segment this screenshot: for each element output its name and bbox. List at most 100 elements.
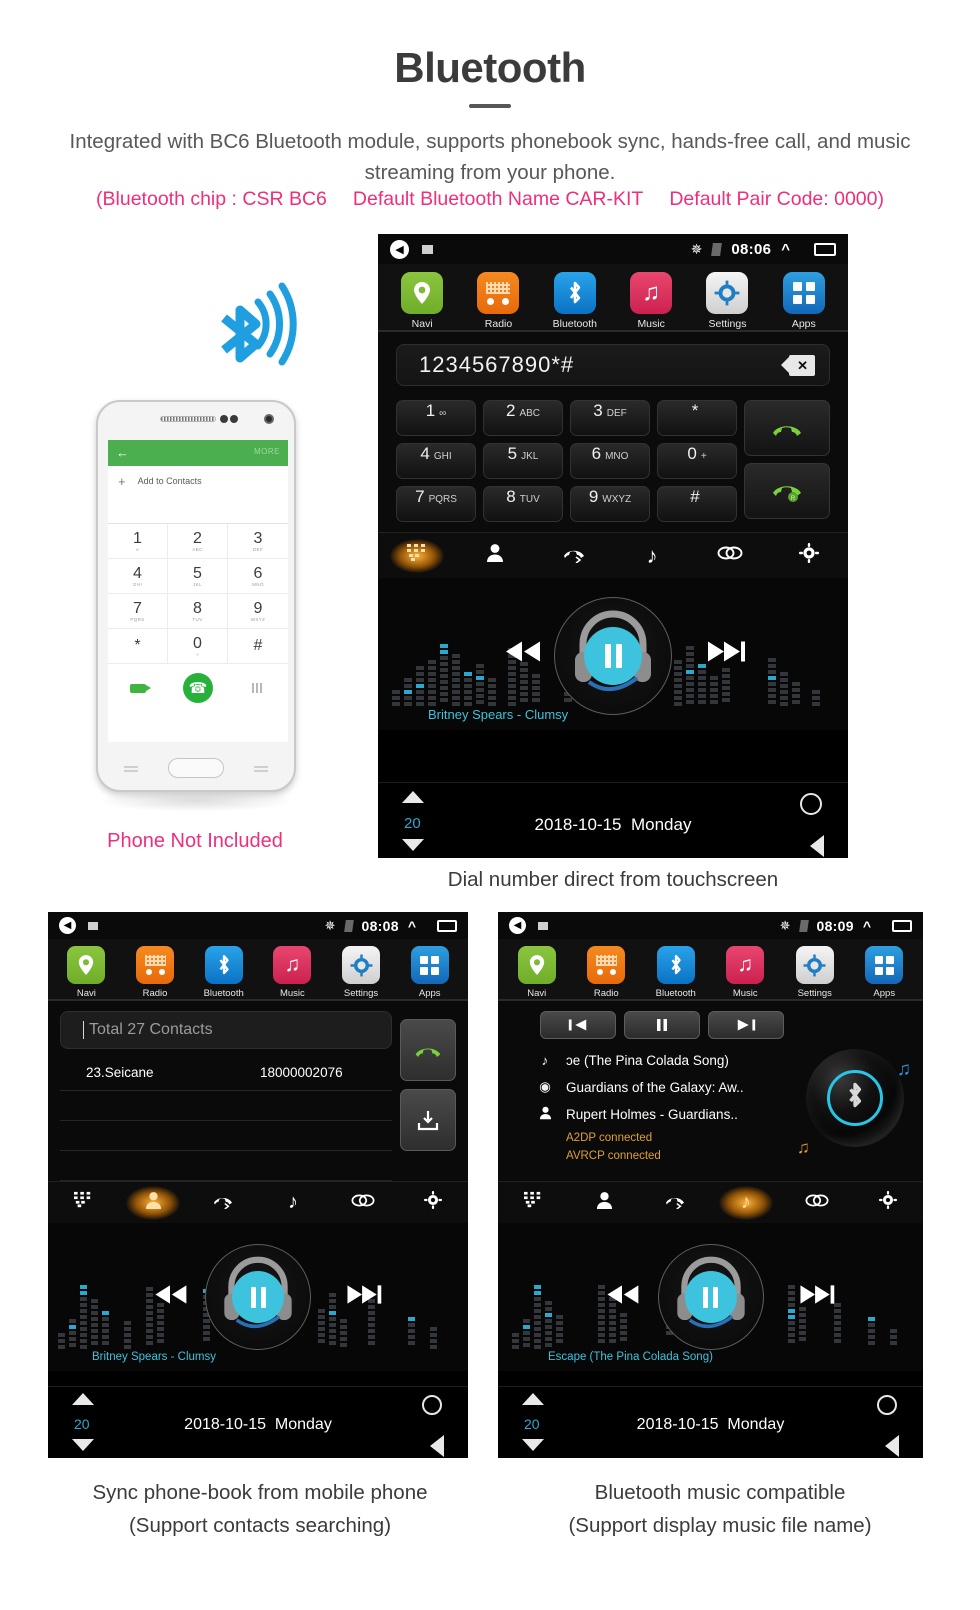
phone-key[interactable]: 4 GHI <box>108 559 168 594</box>
next-track-button[interactable] <box>342 1283 384 1312</box>
prev-track-button[interactable] <box>540 1011 616 1039</box>
dialpad-key[interactable]: 8 TUV <box>483 486 563 522</box>
tab-bt-music[interactable]: ♪ <box>710 1191 781 1214</box>
next-track-button[interactable] <box>708 1011 784 1039</box>
tab-call-history[interactable] <box>640 1191 711 1214</box>
phone-more-button[interactable]: MORE <box>254 447 280 456</box>
contact-row-empty[interactable] <box>60 1151 392 1181</box>
contact-row-empty[interactable] <box>60 1121 392 1151</box>
dialpad-key[interactable]: # <box>657 486 737 522</box>
dial-call-button[interactable] <box>400 1019 456 1081</box>
previous-track-button[interactable] <box>500 639 544 670</box>
download-contacts-button[interactable] <box>400 1089 456 1151</box>
phone-menu-key[interactable] <box>124 764 138 772</box>
recent-apps-icon[interactable] <box>892 919 912 932</box>
tab-link[interactable] <box>691 545 769 566</box>
phone-key[interactable]: * <box>108 629 168 664</box>
tab-dialpad[interactable] <box>498 1191 569 1214</box>
chevron-up-icon[interactable]: ^ <box>863 918 871 934</box>
phone-number-field[interactable] <box>108 496 288 524</box>
recent-apps-icon[interactable] <box>814 242 836 256</box>
play-pause-button[interactable] <box>584 627 642 685</box>
app-shortcut-settings[interactable]: Settings <box>689 272 765 330</box>
previous-track-button[interactable] <box>602 1283 642 1312</box>
phone-key[interactable]: 2 ABC <box>168 524 228 559</box>
dial-number-input[interactable]: 1234567890*# ✕ <box>396 344 830 386</box>
app-shortcut-navi[interactable]: Navi <box>52 946 121 999</box>
app-shortcut-music[interactable]: ♫ Music <box>711 946 781 999</box>
dialpad-key[interactable]: 2 ABC <box>483 400 563 436</box>
dialpad-key[interactable]: 7 PQRS <box>396 486 476 522</box>
volume-icon[interactable]: ◀ <box>509 917 526 934</box>
back-arrow-icon[interactable]: ← <box>116 446 129 459</box>
phone-key[interactable]: # <box>228 629 288 664</box>
tab-contacts[interactable] <box>456 543 534 568</box>
volume-icon[interactable]: ◀ <box>59 917 76 934</box>
app-shortcut-settings[interactable]: Settings <box>327 946 396 999</box>
voicemail-icon[interactable] <box>130 683 151 693</box>
contact-row[interactable]: 23.Seicane 18000002076 <box>60 1055 392 1091</box>
dialpad-key[interactable]: 9 WXYZ <box>570 486 650 522</box>
phone-key[interactable]: 1 ∞ <box>108 524 168 559</box>
recent-apps-icon[interactable] <box>437 919 457 932</box>
dialpad-key[interactable]: 6 MNO <box>570 443 650 479</box>
dialpad-key[interactable]: * <box>657 400 737 436</box>
app-shortcut-bluetooth[interactable]: Bluetooth <box>641 946 711 999</box>
app-shortcut-navi[interactable]: Navi <box>502 946 572 999</box>
phone-call-button[interactable]: ☎ <box>183 673 213 703</box>
app-shortcut-radio[interactable]: Radio <box>460 272 536 330</box>
phone-key[interactable]: 3 DEF <box>228 524 288 559</box>
tab-bt-music[interactable]: ♪ <box>613 543 691 569</box>
phone-key[interactable]: 8 TUV <box>168 594 228 629</box>
tab-link[interactable] <box>781 1193 852 1213</box>
volume-icon[interactable]: ◀ <box>390 239 409 259</box>
dialpad-key[interactable]: 1 ∞ <box>396 400 476 436</box>
tab-contacts[interactable] <box>118 1191 188 1215</box>
tab-dialpad[interactable] <box>48 1191 118 1214</box>
app-shortcut-apps[interactable]: Apps <box>395 946 464 999</box>
dialpad-key[interactable]: 4 GHI <box>396 443 476 479</box>
tab-settings[interactable] <box>852 1191 923 1214</box>
tab-dialpad[interactable] <box>378 543 456 568</box>
next-track-button[interactable] <box>795 1283 837 1312</box>
volume-down-button[interactable] <box>402 839 424 851</box>
app-shortcut-apps[interactable]: Apps <box>766 272 842 330</box>
volume-up-button[interactable] <box>522 1393 544 1405</box>
phone-key[interactable]: 5 JKL <box>168 559 228 594</box>
volume-up-button[interactable] <box>402 791 424 803</box>
back-button[interactable] <box>810 835 824 857</box>
phone-key[interactable]: 0 + <box>168 629 228 664</box>
app-shortcut-apps[interactable]: Apps <box>850 946 920 999</box>
phone-key[interactable]: 6 MNO <box>228 559 288 594</box>
contacts-search-input[interactable]: Total 27 Contacts <box>60 1011 392 1049</box>
play-pause-button[interactable] <box>232 1271 284 1323</box>
tab-call-history[interactable] <box>188 1191 258 1214</box>
phone-key[interactable]: 9 WXYZ <box>228 594 288 629</box>
phone-add-to-contacts-row[interactable]: + Add to Contacts <box>108 466 288 496</box>
tab-bt-music[interactable]: ♪ <box>258 1191 328 1214</box>
back-button[interactable] <box>885 1435 899 1457</box>
phone-back-key[interactable] <box>254 764 268 772</box>
dial-call-button[interactable] <box>744 400 830 456</box>
app-shortcut-bluetooth[interactable]: Bluetooth <box>537 272 613 330</box>
volume-up-button[interactable] <box>72 1393 94 1405</box>
tab-settings[interactable] <box>398 1191 468 1214</box>
contact-row-empty[interactable] <box>60 1091 392 1121</box>
play-pause-button[interactable] <box>684 1271 737 1323</box>
previous-track-button[interactable] <box>150 1283 190 1312</box>
tab-contacts[interactable] <box>569 1191 640 1215</box>
home-button[interactable] <box>877 1395 897 1415</box>
app-shortcut-radio[interactable]: Radio <box>572 946 642 999</box>
keyboard-icon[interactable] <box>252 683 264 693</box>
dialpad-key[interactable]: 5 JKL <box>483 443 563 479</box>
back-button[interactable] <box>430 1435 444 1457</box>
chevron-up-icon[interactable]: ^ <box>781 241 790 258</box>
phone-key[interactable]: 7 PQRS <box>108 594 168 629</box>
home-button[interactable] <box>422 1395 442 1415</box>
volume-down-button[interactable] <box>522 1439 544 1451</box>
next-track-button[interactable] <box>702 639 748 670</box>
end-call-button[interactable]: R <box>744 463 830 519</box>
phone-keypad[interactable]: 1 ∞ 2 ABC 3 DEF 4 GHI 5 JKL 6 MNO 7 PQRS 8 TUV 9… <box>108 524 288 664</box>
app-shortcut-music[interactable]: ♫ Music <box>258 946 327 999</box>
volume-down-button[interactable] <box>72 1439 94 1451</box>
